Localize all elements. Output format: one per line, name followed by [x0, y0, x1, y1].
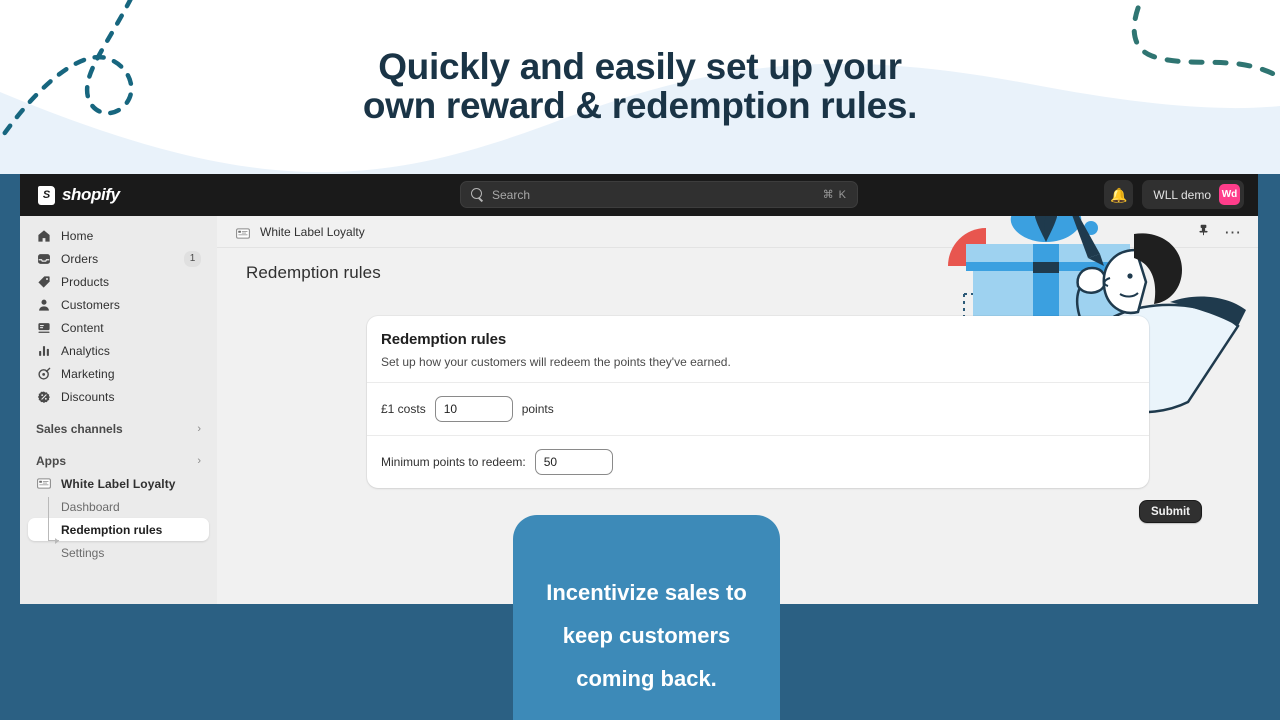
sidebar-item-white-label-loyalty[interactable]: White Label Loyalty	[28, 472, 209, 495]
sidebar-item-customers[interactable]: Customers	[28, 293, 209, 316]
sidebar-item-label: Orders	[61, 251, 99, 266]
content-icon	[36, 321, 51, 335]
sidebar-subitem-label: Settings	[61, 545, 105, 560]
search-placeholder: Search	[492, 187, 531, 202]
home-icon	[36, 229, 51, 243]
ellipsis-icon[interactable]: ⋯	[1224, 224, 1242, 241]
content-actions: ⋯	[1197, 216, 1242, 248]
topbar-right-cluster: 🔔 WLL demo Wd	[1104, 180, 1244, 209]
pin-icon[interactable]	[1197, 223, 1210, 242]
shopify-bag-icon	[38, 185, 55, 205]
megaphone-target-icon	[36, 367, 51, 381]
orders-inbox-icon	[36, 252, 51, 266]
sidebar-navigation: Home Orders 1 Products Customers Content…	[20, 216, 217, 604]
admin-topbar: shopify Search ⌘ K 🔔 WLL demo Wd	[20, 174, 1258, 216]
sidebar-item-home[interactable]: Home	[28, 224, 209, 247]
bell-icon: 🔔	[1110, 186, 1128, 203]
notifications-button[interactable]: 🔔	[1104, 180, 1134, 209]
sidebar-item-label: Analytics	[61, 343, 110, 358]
sidebar-item-analytics[interactable]: Analytics	[28, 339, 209, 362]
promo-headline-line1: Quickly and easily set up your	[378, 46, 902, 87]
sidebar-section-apps[interactable]: Apps ›	[28, 450, 209, 472]
minimum-points-input[interactable]	[534, 449, 613, 475]
chevron-right-icon: ›	[197, 422, 201, 435]
sidebar-item-label: Marketing	[61, 366, 115, 381]
store-name-label: WLL demo	[1153, 187, 1211, 202]
rule-row-cost-per-pound: £1 costs points	[367, 382, 1149, 435]
sidebar-section-label: Apps	[36, 454, 66, 468]
search-input[interactable]: Search ⌘ K	[460, 181, 858, 208]
sidebar-item-discounts[interactable]: Discounts	[28, 385, 209, 408]
person-icon	[36, 298, 51, 312]
rule-row-minimum-points: Minimum points to redeem:	[367, 435, 1149, 488]
rule-label-prefix: Minimum points to redeem:	[381, 455, 526, 469]
card-header: Redemption rules Set up how your custome…	[367, 316, 1149, 382]
rule-label-prefix: £1 costs	[381, 402, 426, 416]
sidebar-item-label: Home	[61, 228, 94, 243]
bar-chart-icon	[36, 344, 51, 358]
sidebar-section-sales-channels[interactable]: Sales channels ›	[28, 418, 209, 440]
promo-banner: Quickly and easily set up your own rewar…	[0, 0, 1280, 174]
avatar: Wd	[1219, 184, 1240, 205]
sidebar-item-content[interactable]: Content	[28, 316, 209, 339]
sidebar-item-orders[interactable]: Orders 1	[28, 247, 209, 270]
sidebar-item-label: Discounts	[61, 389, 115, 404]
sidebar-section-label: Sales channels	[36, 422, 123, 436]
search-icon	[471, 188, 484, 201]
breadcrumb-label: White Label Loyalty	[260, 224, 365, 239]
submit-button[interactable]: Submit	[1139, 500, 1202, 523]
tree-connector-arrow	[48, 537, 59, 544]
shopify-wordmark: shopify	[62, 185, 120, 204]
shopify-logo[interactable]: shopify	[38, 185, 120, 205]
sidebar-item-label: Customers	[61, 297, 120, 312]
sidebar-item-products[interactable]: Products	[28, 270, 209, 293]
breadcrumb: White Label Loyalty ⋯	[217, 216, 1258, 248]
sidebar-subitem-label: Redemption rules	[61, 522, 163, 537]
page-title: Redemption rules	[246, 263, 381, 282]
sidebar-item-dashboard[interactable]: Dashboard	[28, 495, 209, 518]
card-title: Redemption rules	[381, 331, 507, 348]
points-per-pound-input[interactable]	[434, 396, 513, 422]
sidebar-item-label: Products	[61, 274, 110, 289]
callout-card: Incentivize sales to keep customers comi…	[513, 515, 780, 720]
rule-label-suffix: points	[521, 402, 554, 416]
promo-headline-line2: own reward & redemption rules.	[362, 84, 918, 126]
tag-icon	[36, 275, 51, 289]
sidebar-item-label: White Label Loyalty	[61, 476, 176, 491]
sidebar-item-settings[interactable]: Settings	[28, 541, 209, 564]
app-grid-icon	[236, 226, 250, 239]
sidebar-item-label: Content	[61, 320, 104, 335]
sidebar-item-marketing[interactable]: Marketing	[28, 362, 209, 385]
store-switcher-button[interactable]: WLL demo Wd	[1142, 180, 1244, 209]
tree-connector-line	[48, 497, 49, 541]
chevron-right-icon: ›	[197, 454, 201, 467]
card-subtitle: Set up how your customers will redeem th…	[381, 355, 731, 369]
sidebar-subitem-label: Dashboard	[61, 499, 120, 514]
discount-tag-icon	[36, 390, 51, 404]
promo-headline: Quickly and easily set up your own rewar…	[0, 46, 1280, 126]
orders-count-badge: 1	[184, 250, 201, 267]
callout-text: Incentivize sales to keep customers comi…	[546, 580, 747, 691]
app-grid-icon	[36, 478, 51, 489]
redemption-rules-card: Redemption rules Set up how your custome…	[367, 316, 1149, 488]
search-shortcut-hint: ⌘ K	[822, 189, 847, 201]
